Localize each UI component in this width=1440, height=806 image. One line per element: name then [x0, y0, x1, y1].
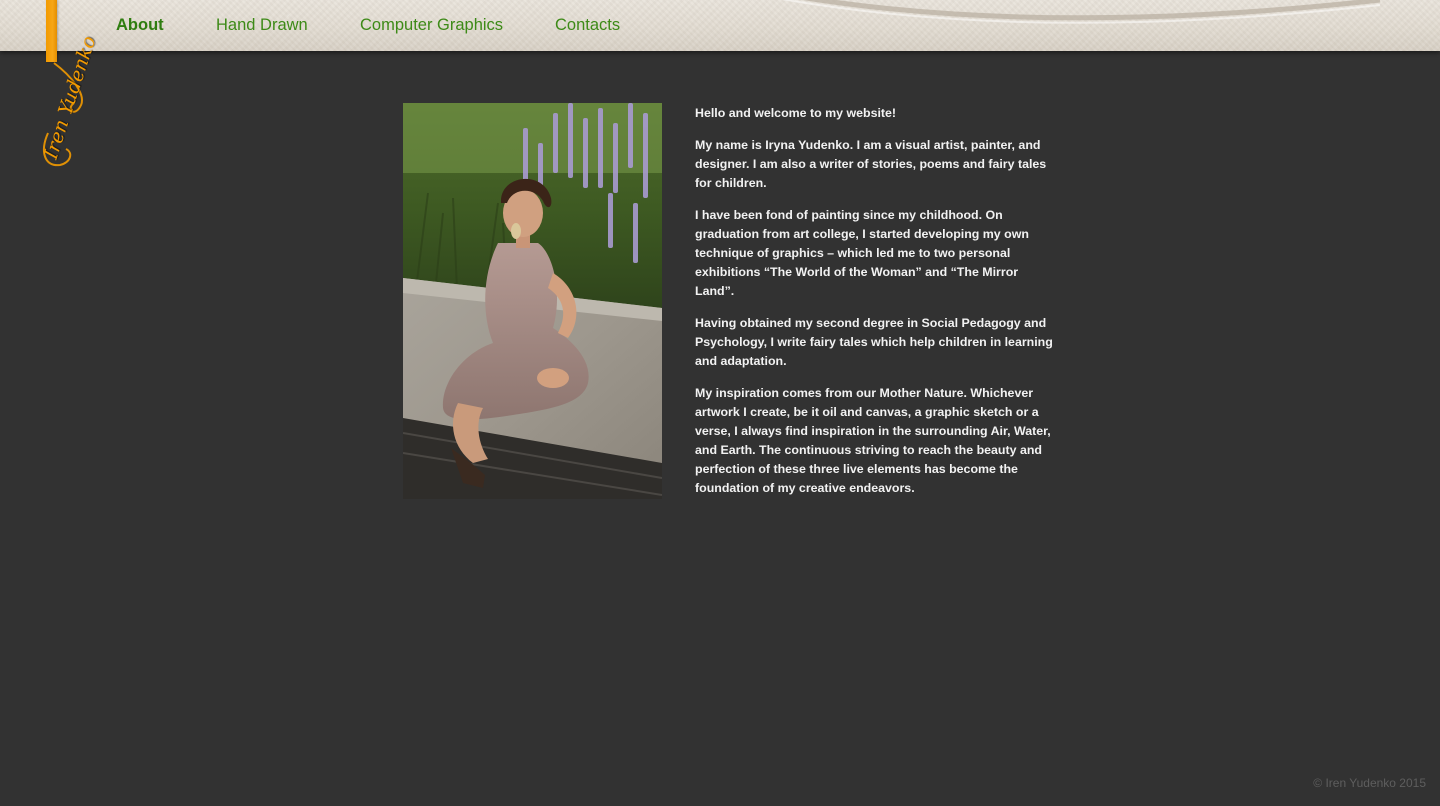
portrait-photo [403, 103, 662, 499]
education-paragraph: Having obtained my second degree in Soci… [695, 316, 1053, 368]
orange-ribbon [46, 0, 57, 62]
welcome-paragraph: Hello and welcome to my website! [695, 106, 897, 120]
signature-logo[interactable]: Iren Yudenko [30, 33, 100, 180]
nav-item-contacts[interactable]: Contacts [555, 16, 620, 35]
painting-history-paragraph: I have been fond of painting since my ch… [695, 208, 1029, 298]
portrait-photo-image [403, 103, 662, 499]
decorative-swoosh [781, 0, 1381, 24]
nav-item-computer-graphics[interactable]: Computer Graphics [360, 16, 503, 35]
nav-item-about[interactable]: About [116, 16, 164, 35]
nav-item-hand-drawn[interactable]: Hand Drawn [216, 16, 308, 35]
main-nav: About Hand Drawn Computer Graphics Conta… [0, 0, 700, 51]
copyright-footer: © Iren Yudenko 2015 [1313, 776, 1426, 790]
about-text: Hello and welcome to my website! My name… [695, 104, 1053, 511]
inspiration-paragraph: My inspiration comes from our Mother Nat… [695, 386, 1051, 495]
top-navigation-bar: About Hand Drawn Computer Graphics Conta… [0, 0, 1440, 51]
intro-paragraph: My name is Iryna Yudenko. I am a visual … [695, 138, 1047, 190]
